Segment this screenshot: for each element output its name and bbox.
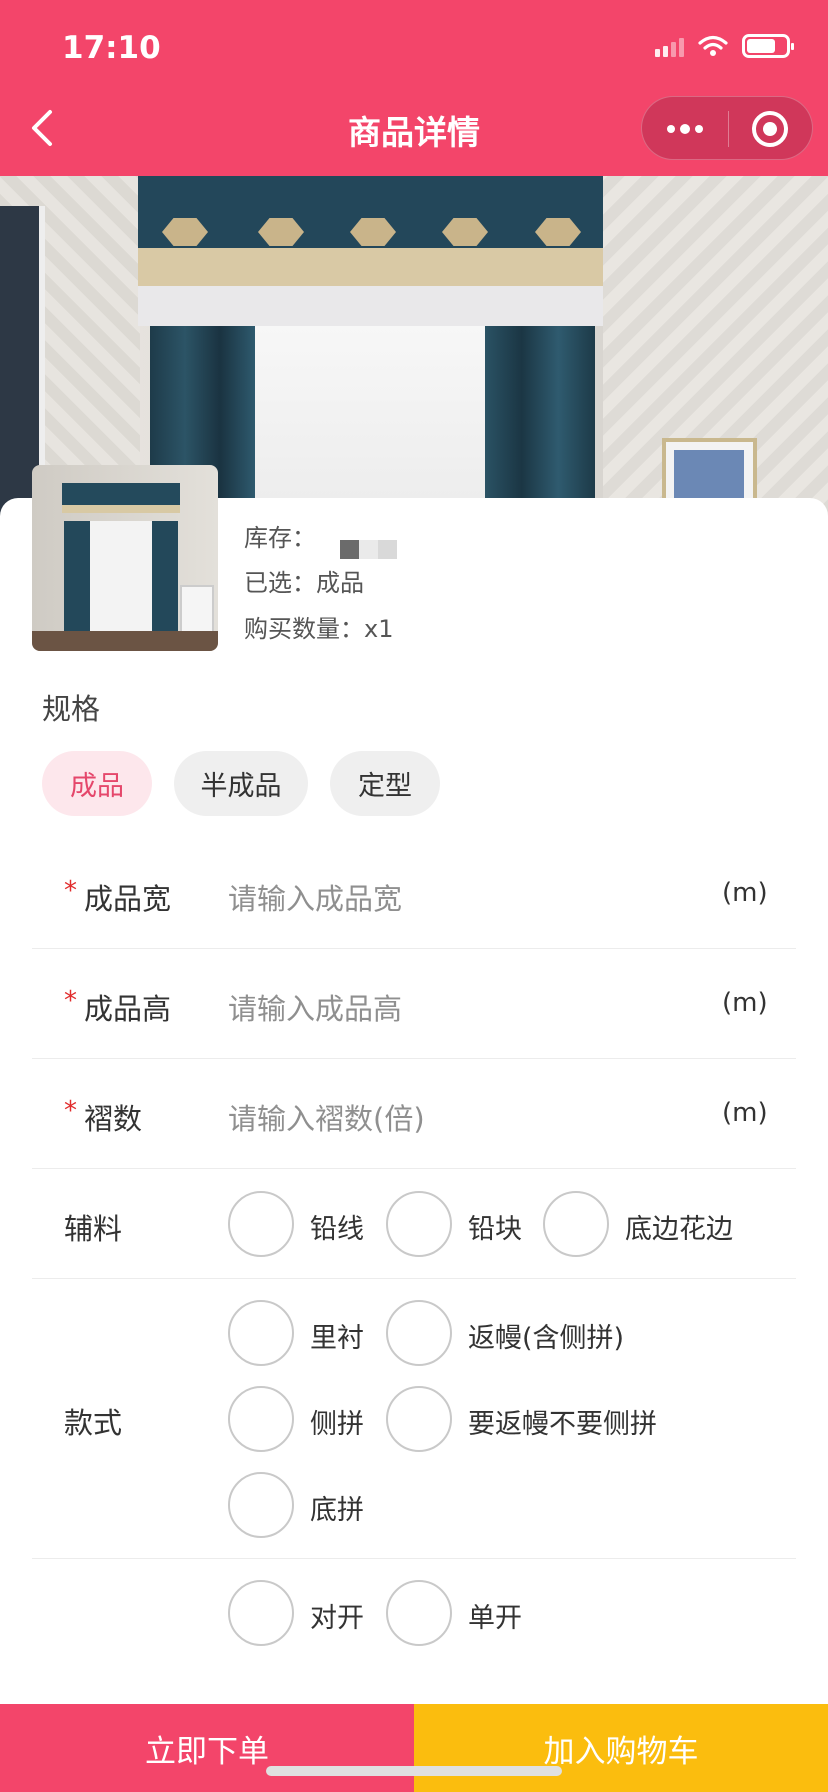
divider (32, 1058, 796, 1059)
quantity-text: 购买数量：x1 (244, 615, 394, 643)
stock-value-masked (340, 540, 397, 559)
spec-option-finished[interactable]: 成品 (42, 751, 152, 816)
opening-option-label: 单开 (468, 1603, 522, 1634)
divider (32, 1558, 796, 1559)
accessory-hem-lace-radio[interactable] (543, 1191, 609, 1257)
header: 17:10 商品详情 (0, 0, 828, 176)
divider (32, 1168, 796, 1169)
style-lining-radio[interactable] (228, 1300, 294, 1366)
product-thumbnail (32, 465, 218, 651)
style-valance-side-radio[interactable] (386, 1300, 452, 1366)
divider (32, 1278, 796, 1279)
height-input[interactable]: 请输入成品高 (228, 986, 588, 1028)
style-label: 款式 (64, 1406, 123, 1440)
accessory-option-label: 底边花边 (625, 1214, 733, 1245)
pleats-unit: (m) (722, 1098, 768, 1128)
style-valance-only-radio[interactable] (386, 1386, 452, 1452)
style-bottom-panel-radio[interactable] (228, 1472, 294, 1538)
style-option-label: 要返幔不要侧拼 (468, 1409, 657, 1440)
signal-icon (655, 35, 684, 57)
required-mark: * (64, 986, 77, 1016)
style-option-label: 侧拼 (310, 1409, 364, 1440)
opening-single-radio[interactable] (386, 1580, 452, 1646)
width-unit: (m) (722, 878, 768, 908)
required-mark: * (64, 1096, 77, 1126)
spec-option-semi-finished[interactable]: 半成品 (174, 751, 308, 816)
style-option-label: 底拼 (310, 1495, 364, 1526)
width-label: 成品宽 (84, 882, 172, 916)
width-input[interactable]: 请输入成品宽 (228, 876, 588, 918)
curtain-drape-right (485, 326, 595, 516)
accessory-lead-line-radio[interactable] (228, 1191, 294, 1257)
opening-double-radio[interactable] (228, 1580, 294, 1646)
status-icons (655, 34, 794, 58)
style-option-label: 返幔(含侧拼) (468, 1323, 625, 1354)
opening-option-label: 对开 (310, 1603, 364, 1634)
pleats-label: 褶数 (84, 1102, 143, 1136)
more-icon[interactable] (662, 117, 708, 141)
buy-now-button[interactable]: 立即下单 (0, 1704, 414, 1792)
spec-option-shaped[interactable]: 定型 (330, 751, 440, 816)
height-label: 成品高 (84, 992, 172, 1026)
close-miniprogram-icon[interactable] (752, 111, 788, 147)
battery-icon (742, 34, 794, 58)
sheer-curtain (255, 326, 485, 516)
style-option-label: 里衬 (310, 1323, 364, 1354)
required-mark: * (64, 876, 77, 906)
divider (32, 948, 796, 949)
capsule-divider (728, 111, 729, 147)
accessory-option-label: 铅块 (468, 1214, 522, 1245)
selected-spec-text: 已选：成品 (244, 569, 364, 597)
height-unit: (m) (722, 988, 768, 1018)
mini-program-capsule (641, 96, 813, 160)
status-time: 17:10 (62, 30, 161, 66)
accessories-label: 辅料 (64, 1212, 123, 1246)
add-to-cart-button[interactable]: 加入购物车 (414, 1704, 828, 1792)
pleats-input[interactable]: 请输入褶数(倍) (228, 1096, 588, 1138)
accessory-lead-weight-radio[interactable] (386, 1191, 452, 1257)
accessory-option-label: 铅线 (310, 1214, 364, 1245)
home-indicator (266, 1766, 562, 1776)
style-side-panel-radio[interactable] (228, 1386, 294, 1452)
stock-label: 库存： (244, 524, 316, 552)
wifi-icon (698, 35, 728, 56)
valance-band (138, 286, 603, 326)
spec-section-title: 规格 (42, 692, 101, 726)
